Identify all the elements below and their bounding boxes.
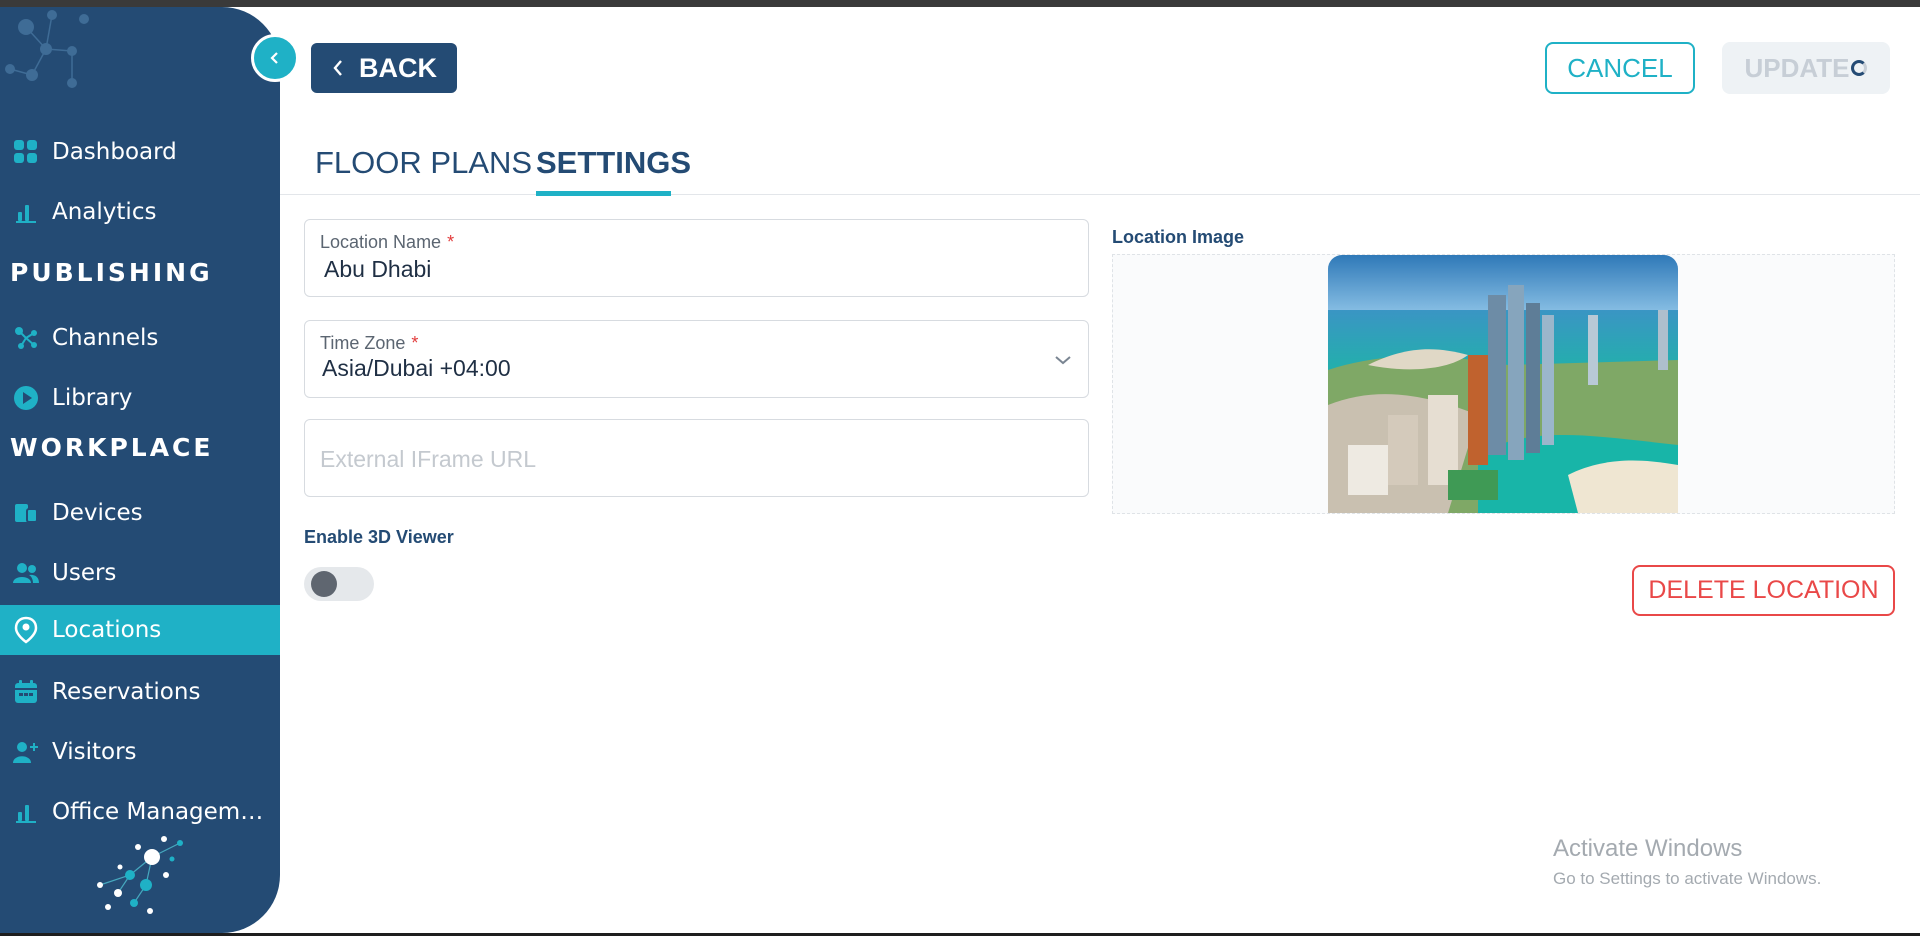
brand-logo-icon (97, 836, 183, 914)
back-button-label: BACK (359, 52, 437, 83)
required-mark: * (411, 333, 419, 353)
chevron-left-icon (331, 58, 345, 78)
sidebar-item-label: Office Management (52, 799, 270, 825)
dashboard-grid-icon (12, 138, 40, 166)
time-zone-value: Asia/Dubai +04:00 (322, 355, 511, 381)
collapse-sidebar-button[interactable] (251, 34, 299, 82)
external-iframe-url-placeholder: External IFrame URL (320, 446, 537, 472)
sidebar-item-channels[interactable]: Channels (0, 313, 280, 363)
sidebar-item-visitors[interactable]: Visitors (0, 727, 280, 777)
map-pin-icon (12, 616, 40, 644)
required-mark: * (447, 232, 455, 252)
sidebar-item-label: Users (52, 560, 117, 586)
section-heading-publishing: PUBLISHING (10, 258, 213, 287)
enable-3d-viewer-toggle[interactable] (304, 567, 374, 601)
activate-windows-title: Activate Windows (1553, 835, 1743, 862)
sidebar-item-label: Locations (52, 617, 162, 643)
back-button[interactable]: BACK (311, 43, 457, 93)
sidebar-item-users[interactable]: Users (0, 548, 280, 598)
sidebar-item-label: Devices (52, 500, 143, 526)
play-circle-icon (12, 384, 40, 412)
chevron-left-icon (270, 52, 278, 64)
sidebar: Dashboard Analytics PUBLISHING Channels (0, 7, 280, 933)
delete-location-button[interactable]: DELETE LOCATION (1632, 565, 1895, 616)
sidebar-item-label: Library (52, 385, 133, 411)
tab-bar: FLOOR PLANS SETTINGS (280, 137, 1920, 195)
time-zone-label: Time Zone * (320, 333, 418, 354)
cancel-button[interactable]: CANCEL (1545, 42, 1695, 94)
sidebar-item-library[interactable]: Library (0, 373, 280, 423)
window-top-bar (0, 0, 1920, 7)
bar-chart-icon (12, 198, 40, 226)
tab-floor-plans[interactable]: FLOOR PLANS (315, 145, 532, 181)
activate-windows-subtitle: Go to Settings to activate Windows. (1553, 869, 1822, 888)
sidebar-item-dashboard[interactable]: Dashboard (0, 127, 280, 177)
sidebar-item-locations[interactable]: Locations (0, 605, 280, 655)
location-name-value: Abu Dhabi (324, 256, 432, 282)
location-name-label: Location Name * (320, 232, 454, 253)
time-zone-label-text: Time Zone (320, 333, 406, 353)
location-image-label: Location Image (1112, 227, 1245, 247)
location-name-field[interactable]: Location Name * Abu Dhabi (304, 219, 1089, 297)
section-heading-workplace: WORKPLACE (10, 433, 214, 462)
external-iframe-url-input[interactable]: External IFrame URL (304, 419, 1089, 497)
time-zone-select[interactable]: Time Zone * Asia/Dubai +04:00 (304, 320, 1089, 398)
sidebar-item-analytics[interactable]: Analytics (0, 187, 280, 237)
sidebar-item-label: Channels (52, 325, 159, 351)
brand-logo-icon (5, 10, 89, 88)
active-tab-indicator (536, 191, 671, 196)
update-button[interactable]: UPDATE (1722, 42, 1890, 94)
calendar-icon (12, 678, 40, 706)
chevron-down-icon (1054, 351, 1072, 370)
network-icon (12, 324, 40, 352)
location-name-label-text: Location Name (320, 232, 442, 252)
toggle-knob (311, 571, 337, 597)
delete-location-label: DELETE LOCATION (1648, 576, 1879, 604)
location-image (1328, 255, 1678, 513)
sidebar-item-label: Analytics (52, 199, 157, 225)
sidebar-item-devices[interactable]: Devices (0, 488, 280, 538)
enable-3d-viewer-label: Enable 3D Viewer (304, 527, 454, 547)
loading-spinner-icon (1851, 60, 1868, 76)
bar-chart-icon (12, 798, 40, 826)
app-page: Dashboard Analytics PUBLISHING Channels (0, 7, 1920, 933)
sidebar-item-label: Dashboard (52, 139, 177, 165)
user-plus-icon (12, 738, 40, 766)
sidebar-item-label: Reservations (52, 679, 201, 705)
users-icon (12, 559, 40, 587)
cancel-button-label: CANCEL (1567, 52, 1673, 83)
tab-settings[interactable]: SETTINGS (536, 145, 691, 181)
sidebar-item-label: Visitors (52, 739, 137, 765)
devices-icon (12, 499, 40, 527)
sidebar-item-reservations[interactable]: Reservations (0, 667, 280, 717)
update-button-label: UPDATE (1744, 52, 1850, 83)
